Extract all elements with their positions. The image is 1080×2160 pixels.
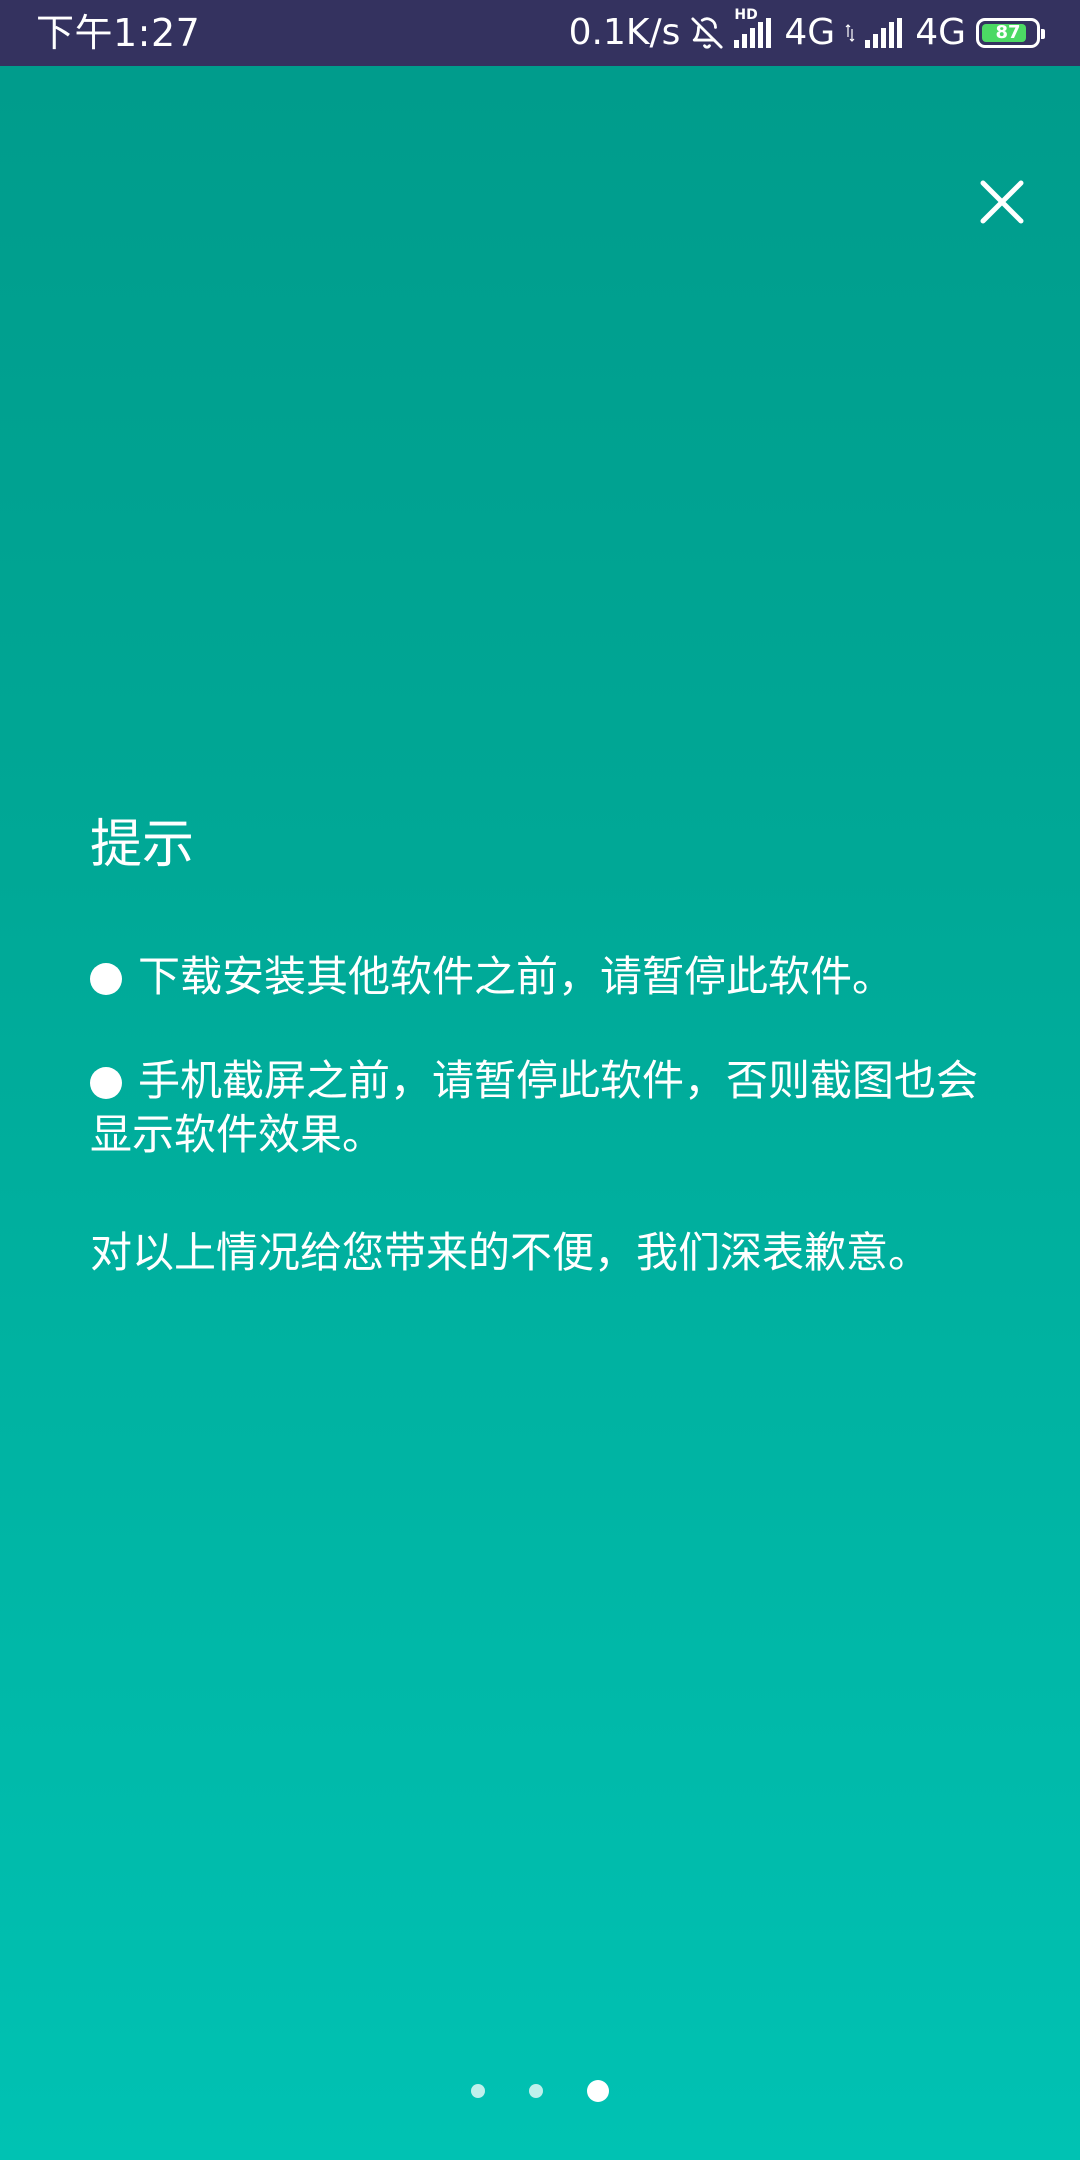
network-type-2: 4G xyxy=(915,12,966,53)
battery-level: 87 xyxy=(995,22,1021,43)
bullet-icon xyxy=(90,1067,122,1099)
page-dot[interactable] xyxy=(471,2084,485,2098)
apology-text: 对以上情况给您带来的不便，我们深表歉意。 xyxy=(90,1228,931,1277)
hd-label: HD xyxy=(734,7,758,23)
tip-item: 手机截屏之前，请暂停此软件，否则截图也会显示软件效果。 xyxy=(90,1054,1010,1162)
tip-item: 下载安装其他软件之前，请暂停此软件。 xyxy=(90,950,1010,1004)
data-arrows-icon xyxy=(845,23,855,43)
bell-off-icon xyxy=(690,16,724,50)
close-icon xyxy=(980,180,1024,224)
status-time: 下午1:27 xyxy=(36,11,201,55)
signal-icon xyxy=(865,18,905,48)
battery-icon: 87 xyxy=(976,18,1045,48)
tip-item-text: 下载安装其他软件之前，请暂停此软件。 xyxy=(138,952,895,1001)
tip-item-text: 手机截屏之前，请暂停此软件，否则截图也会显示软件效果。 xyxy=(90,1056,979,1159)
network-type-1: 4G xyxy=(784,12,836,53)
tip-title: 提示 xyxy=(90,815,195,875)
page-indicator xyxy=(0,2080,1080,2102)
status-icons: 0.1K/s HD 4G 4G 87 xyxy=(568,8,1046,53)
close-button[interactable] xyxy=(960,160,1044,244)
signal-icon: HD xyxy=(734,8,774,48)
page-dot[interactable] xyxy=(529,2084,543,2098)
bullet-icon xyxy=(90,963,122,995)
page-dot-active[interactable] xyxy=(587,2080,609,2102)
status-bar: 下午1:27 0.1K/s HD 4G 4G 87 xyxy=(0,0,1080,66)
net-speed: 0.1K/s xyxy=(568,12,681,53)
tip-content: 提示 下载安装其他软件之前，请暂停此软件。 手机截屏之前，请暂停此软件，否则截图… xyxy=(90,810,1010,1280)
